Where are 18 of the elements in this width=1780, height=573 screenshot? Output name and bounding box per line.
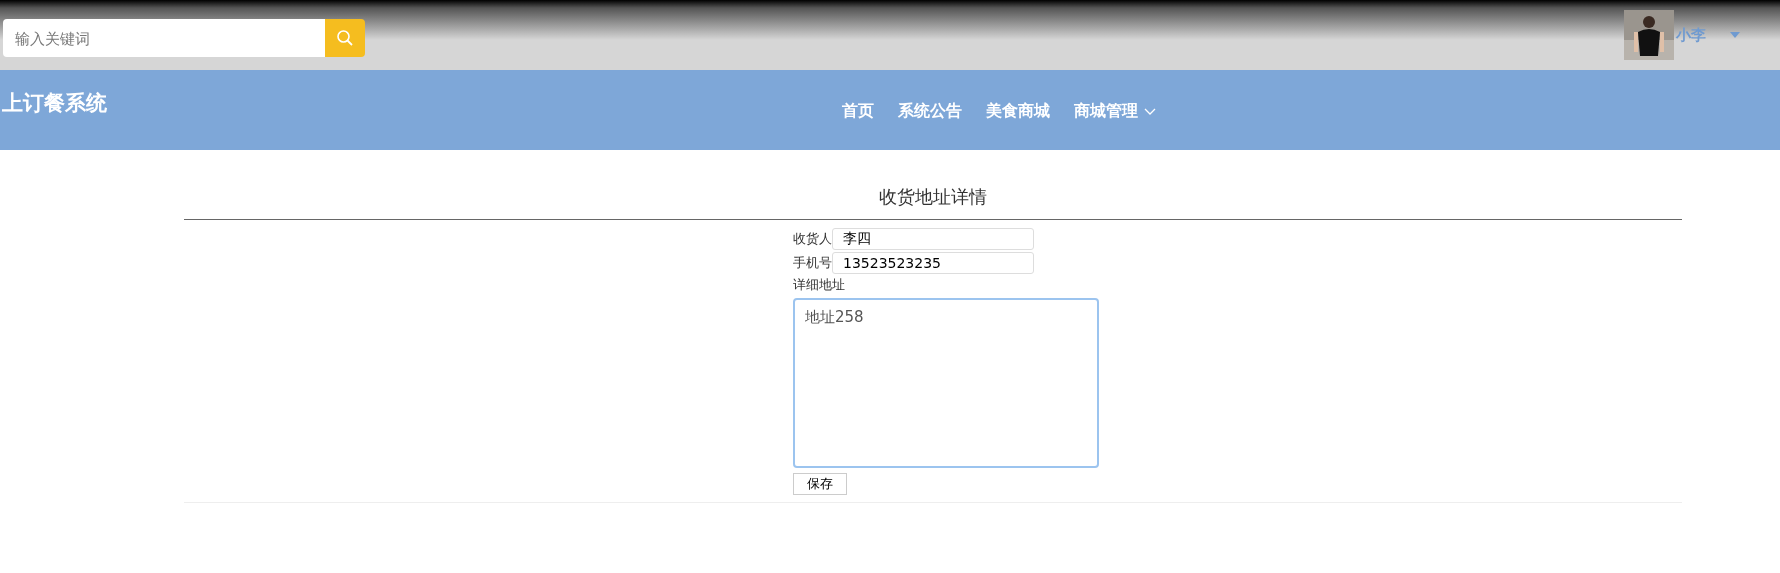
caret-icon[interactable] bbox=[1730, 32, 1740, 38]
address-field[interactable]: 地址258 bbox=[793, 298, 1099, 468]
search-button[interactable] bbox=[325, 19, 365, 57]
user-name[interactable]: 小李 bbox=[1676, 25, 1706, 45]
nav-link[interactable]: 商城管理 bbox=[1074, 100, 1156, 122]
search-field[interactable]: 输入关键词 bbox=[3, 19, 325, 57]
save-button[interactable]: 保存 bbox=[793, 473, 847, 495]
nav-link[interactable]: 美食商城 bbox=[986, 100, 1050, 122]
field-label: 收货人 bbox=[793, 230, 832, 248]
field-label: 详细地址 bbox=[793, 276, 846, 294]
site-title: 上订餐系统 bbox=[1, 90, 108, 117]
search-icon bbox=[336, 29, 354, 47]
nav-link[interactable]: 首页 bbox=[842, 100, 874, 122]
page-title: 收货地址详情 bbox=[184, 150, 1682, 220]
input-field[interactable]: 李四 bbox=[832, 228, 1034, 250]
input-field[interactable]: 13523523235 bbox=[832, 252, 1034, 274]
field-label: 手机号 bbox=[793, 254, 832, 272]
nav-link[interactable]: 系统公告 bbox=[898, 100, 962, 122]
